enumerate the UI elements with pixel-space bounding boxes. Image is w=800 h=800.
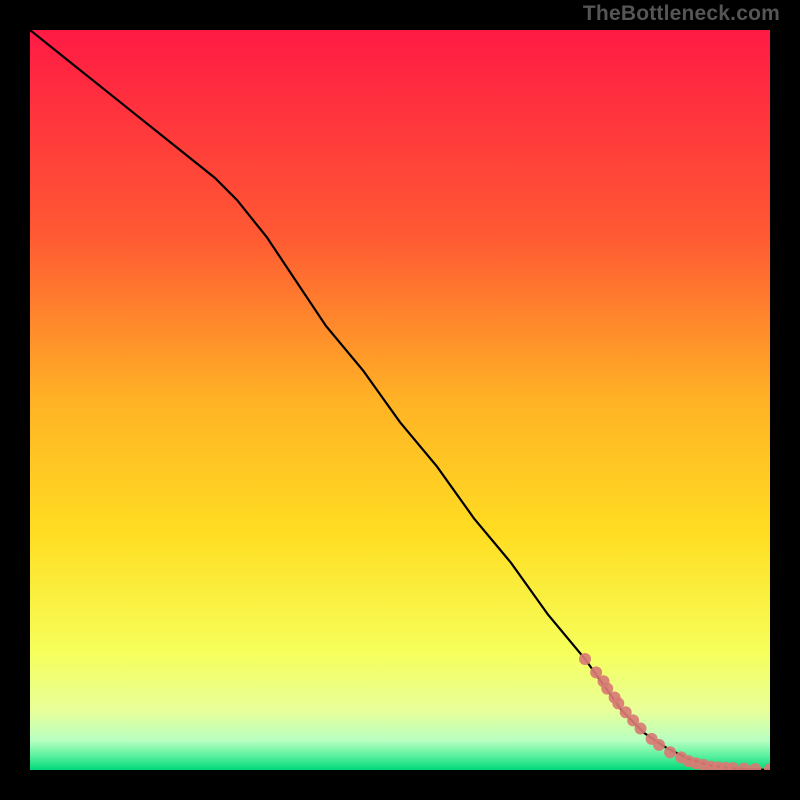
chart-svg bbox=[30, 30, 770, 770]
gradient-background bbox=[30, 30, 770, 770]
data-point bbox=[664, 746, 676, 758]
watermark-text: TheBottleneck.com bbox=[583, 2, 780, 26]
data-point bbox=[635, 723, 647, 735]
data-point bbox=[653, 739, 665, 751]
data-point bbox=[579, 653, 591, 665]
chart-area bbox=[30, 30, 770, 770]
